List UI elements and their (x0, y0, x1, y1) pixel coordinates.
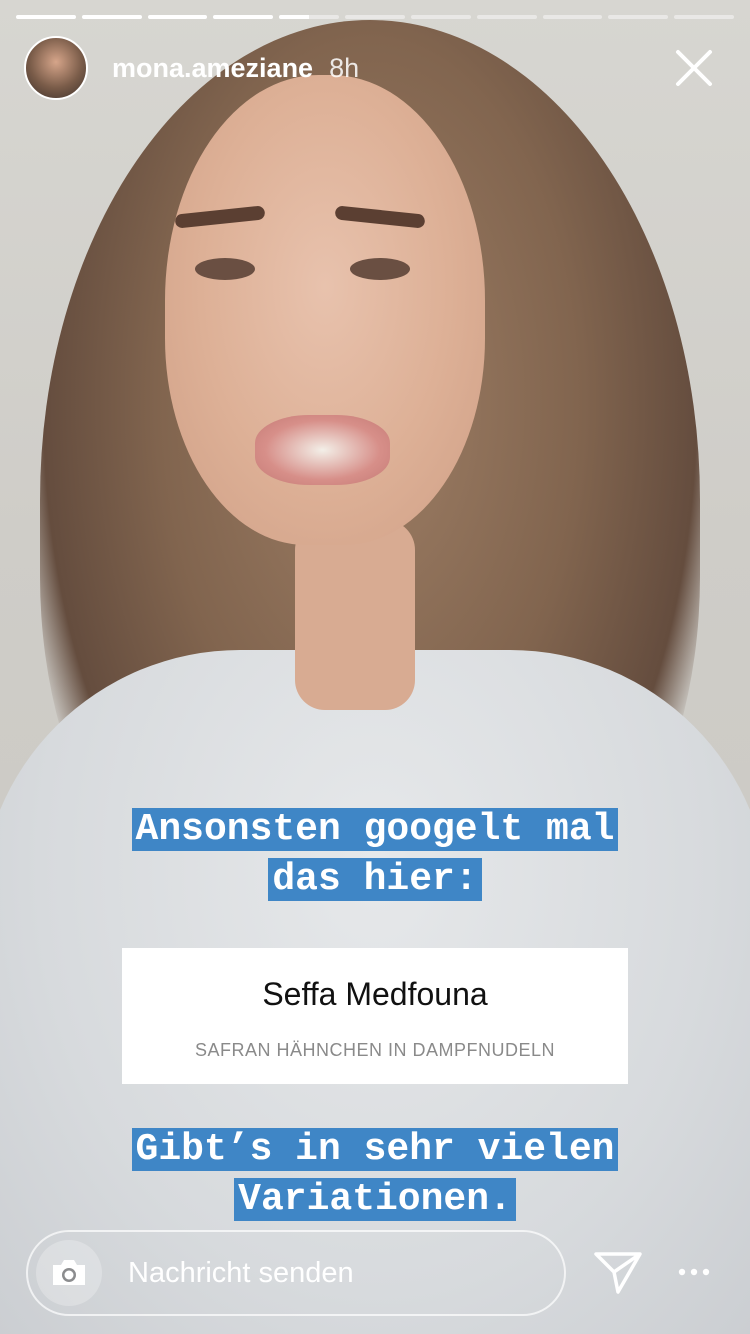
message-input[interactable]: Nachricht senden (26, 1230, 566, 1316)
more-icon (678, 1268, 710, 1276)
avatar[interactable] (24, 36, 88, 100)
progress-segment (674, 15, 734, 19)
progress-segment (147, 15, 208, 19)
progress-segment (345, 15, 405, 19)
caption-top: Ansonsten googelt mal das hier: (0, 805, 750, 905)
caption-line: das hier: (268, 858, 482, 901)
more-button[interactable] (676, 1260, 712, 1284)
story-view[interactable]: mona.ameziane 8h Ansonsten googelt mal d… (0, 0, 750, 1334)
progress-segment (410, 15, 471, 19)
story-progress (16, 15, 734, 19)
camera-icon (53, 1260, 85, 1285)
close-icon (676, 50, 712, 86)
recipe-card: Seffa Medfouna SAFRAN HÄHNCHEN IN DAMPFN… (122, 948, 628, 1084)
caption-line: Variationen. (234, 1178, 516, 1221)
caption-line: Gibt’s in sehr vielen (131, 1128, 619, 1171)
username[interactable]: mona.ameziane (112, 53, 313, 84)
message-placeholder: Nachricht senden (128, 1256, 354, 1289)
progress-segment (608, 15, 669, 19)
time-ago: 8h (329, 52, 360, 83)
send-icon (594, 1252, 642, 1294)
progress-segment (476, 15, 537, 19)
progress-segment (213, 15, 274, 19)
camera-button[interactable] (36, 1240, 102, 1306)
close-button[interactable] (662, 36, 726, 100)
progress-segment (542, 15, 603, 19)
story-header: mona.ameziane 8h (24, 36, 726, 100)
card-title: Seffa Medfouna (262, 976, 488, 1012)
progress-segment (279, 15, 340, 19)
progress-segment (16, 15, 76, 19)
progress-segment (81, 15, 142, 19)
send-button[interactable] (592, 1246, 644, 1298)
card-subtitle: SAFRAN HÄHNCHEN IN DAMPFNUDELN (194, 1040, 556, 1060)
caption-line: Ansonsten googelt mal (131, 808, 619, 851)
caption-bottom: Gibt’s in sehr vielen Variationen. (0, 1125, 750, 1225)
